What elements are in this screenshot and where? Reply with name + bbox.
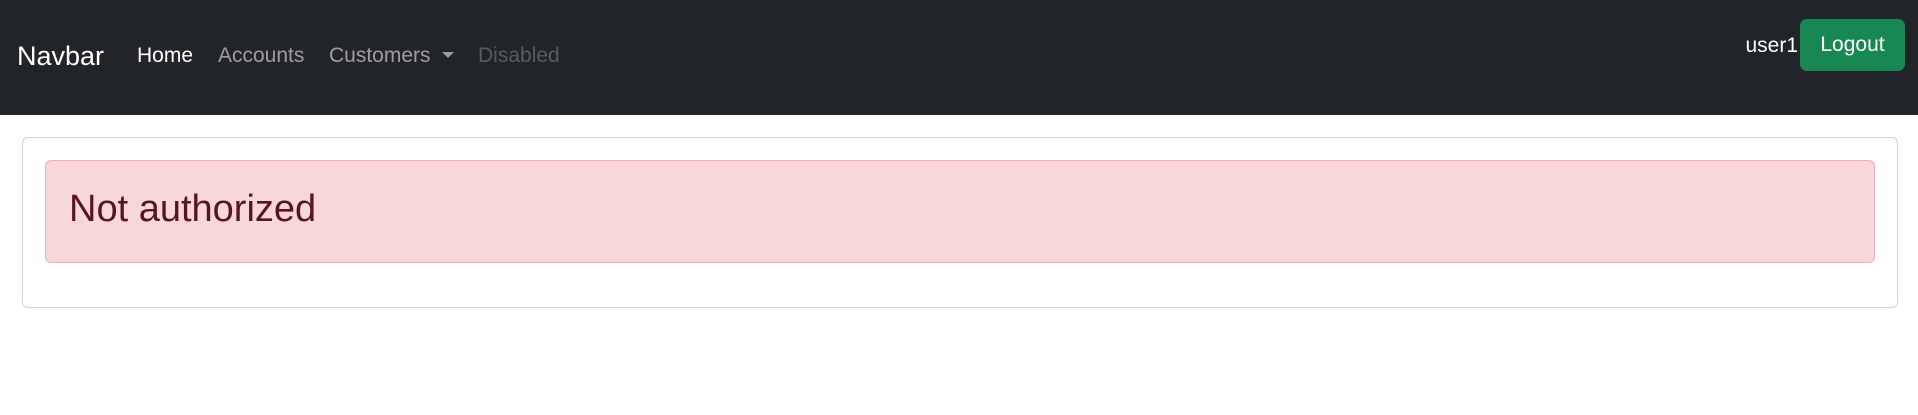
nav-dropdown-customers-label: Customers [329,44,431,67]
chevron-down-icon [441,52,454,58]
nav-link-accounts[interactable]: Accounts [218,42,304,70]
nav-link-disabled: Disabled [478,44,560,67]
navbar-brand[interactable]: Navbar [17,38,104,74]
top-navbar: Navbar Home Accounts Customers Disabled … [0,0,1918,115]
nav-link-home[interactable]: Home [137,42,193,70]
username-label: user1 [1745,34,1798,57]
nav-dropdown-customers[interactable]: Customers [329,42,454,70]
error-alert: Not authorized [45,160,1875,263]
alert-message: Not authorized [69,188,317,230]
logout-button[interactable]: Logout [1800,19,1905,71]
content-card: Not authorized [22,137,1898,308]
